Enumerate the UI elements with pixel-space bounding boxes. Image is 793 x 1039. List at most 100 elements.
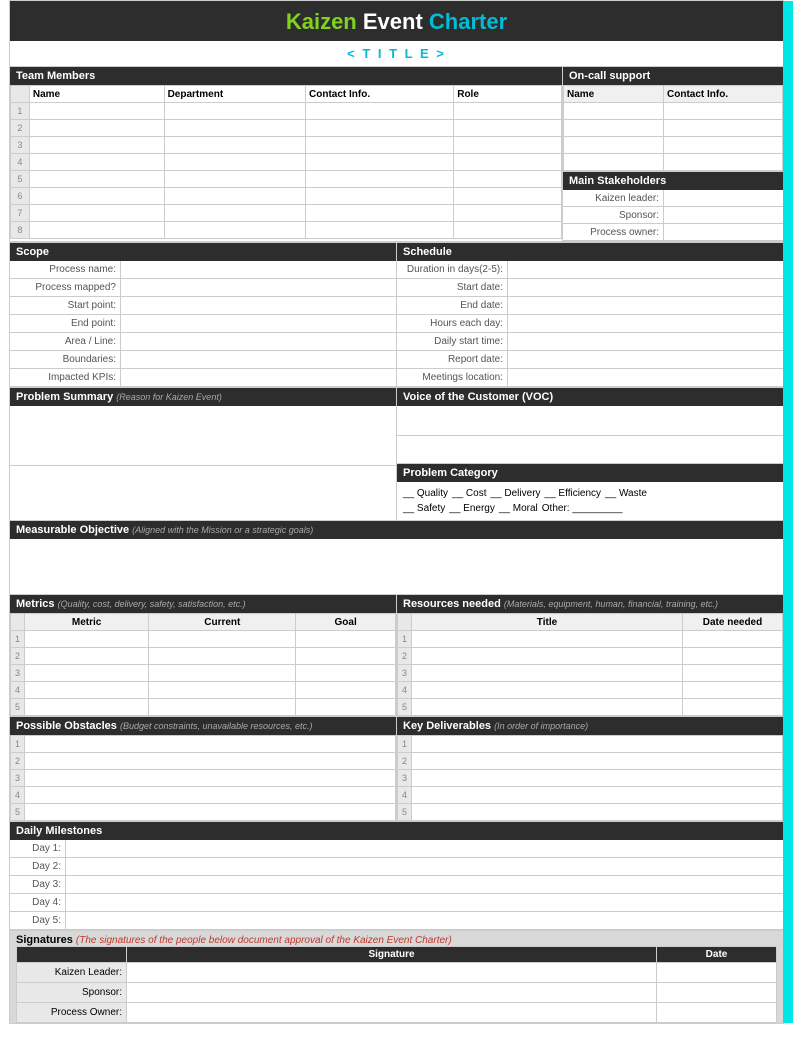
scope-field-value[interactable] [120, 279, 396, 296]
resource-title[interactable] [412, 665, 683, 682]
resource-date[interactable] [683, 682, 783, 699]
metric-name[interactable] [25, 699, 149, 716]
scope-row[interactable]: Area / Line: [10, 333, 396, 351]
metric-current[interactable] [149, 631, 296, 648]
team-row[interactable]: 6 [11, 188, 562, 205]
schedule-row[interactable]: Start date: [397, 279, 783, 297]
team-name[interactable] [29, 120, 164, 137]
team-role[interactable] [454, 137, 562, 154]
schedule-row[interactable]: Duration in days(2-5): [397, 261, 783, 279]
milestone-row[interactable]: Day 2: [10, 858, 783, 876]
obstacles-row[interactable]: 3 [11, 770, 396, 787]
oncall-row[interactable] [564, 120, 783, 137]
team-name[interactable] [29, 222, 164, 239]
schedule-row[interactable]: End date: [397, 297, 783, 315]
team-row[interactable]: 8 [11, 222, 562, 239]
metric-current[interactable] [149, 648, 296, 665]
oncall-row[interactable] [564, 154, 783, 171]
resources-row[interactable]: 4 [398, 682, 783, 699]
stakeholder-row[interactable]: Process owner: [563, 224, 783, 241]
resource-date[interactable] [683, 648, 783, 665]
deliverable-value[interactable] [412, 753, 783, 770]
oncall-row[interactable] [564, 137, 783, 154]
oncall-name[interactable] [564, 120, 664, 137]
team-row[interactable]: 2 [11, 120, 562, 137]
metric-name[interactable] [25, 648, 149, 665]
metric-current[interactable] [149, 699, 296, 716]
sig-signature[interactable] [127, 963, 657, 983]
deliverable-value[interactable] [412, 770, 783, 787]
scope-field-value[interactable] [120, 297, 396, 314]
resource-date[interactable] [683, 631, 783, 648]
stakeholder-value[interactable] [663, 207, 783, 223]
voc-extra[interactable] [397, 436, 783, 464]
obstacle-value[interactable] [25, 787, 396, 804]
oncall-name[interactable] [564, 103, 664, 120]
team-name[interactable] [29, 154, 164, 171]
deliverables-row[interactable]: 4 [398, 787, 783, 804]
metric-name[interactable] [25, 665, 149, 682]
schedule-field-value[interactable] [507, 333, 783, 350]
oncall-contact[interactable] [664, 103, 783, 120]
oncall-contact[interactable] [664, 154, 783, 171]
team-name[interactable] [29, 188, 164, 205]
schedule-field-value[interactable] [507, 315, 783, 332]
team-name[interactable] [29, 205, 164, 222]
oncall-row[interactable] [564, 103, 783, 120]
team-dept[interactable] [164, 103, 305, 120]
metric-current[interactable] [149, 682, 296, 699]
resources-row[interactable]: 3 [398, 665, 783, 682]
team-row[interactable]: 4 [11, 154, 562, 171]
obstacle-value[interactable] [25, 736, 396, 753]
milestone-row[interactable]: Day 1: [10, 840, 783, 858]
measurable-content[interactable] [10, 539, 783, 594]
team-dept[interactable] [164, 137, 305, 154]
team-role[interactable] [454, 188, 562, 205]
oncall-contact[interactable] [664, 120, 783, 137]
resource-title[interactable] [412, 699, 683, 716]
team-row[interactable]: 1 [11, 103, 562, 120]
team-role[interactable] [454, 171, 562, 188]
sig-signature[interactable] [127, 1003, 657, 1023]
team-row[interactable]: 7 [11, 205, 562, 222]
milestone-value[interactable] [65, 858, 783, 875]
team-dept[interactable] [164, 154, 305, 171]
obstacles-row[interactable]: 1 [11, 736, 396, 753]
milestone-value[interactable] [65, 840, 783, 857]
milestone-value[interactable] [65, 876, 783, 893]
metrics-row[interactable]: 1 [11, 631, 396, 648]
team-contact[interactable] [306, 222, 454, 239]
team-contact[interactable] [306, 154, 454, 171]
sig-date[interactable] [657, 1003, 777, 1023]
team-contact[interactable] [306, 137, 454, 154]
scope-row[interactable]: Boundaries: [10, 351, 396, 369]
team-role[interactable] [454, 154, 562, 171]
obstacle-value[interactable] [25, 770, 396, 787]
team-role[interactable] [454, 205, 562, 222]
team-row[interactable]: 5 [11, 171, 562, 188]
problem-summary-content[interactable] [10, 406, 396, 466]
schedule-field-value[interactable] [507, 297, 783, 314]
scope-row[interactable]: Start point: [10, 297, 396, 315]
resource-date[interactable] [683, 699, 783, 716]
scope-field-value[interactable] [120, 351, 396, 368]
obstacles-row[interactable]: 5 [11, 804, 396, 821]
scope-field-value[interactable] [120, 315, 396, 332]
team-contact[interactable] [306, 188, 454, 205]
stakeholder-value[interactable] [663, 224, 783, 240]
resource-title[interactable] [412, 682, 683, 699]
resource-title[interactable] [412, 631, 683, 648]
oncall-name[interactable] [564, 137, 664, 154]
stakeholder-row[interactable]: Kaizen leader: [563, 190, 783, 207]
team-role[interactable] [454, 103, 562, 120]
metric-goal[interactable] [296, 682, 396, 699]
scope-row[interactable]: Process mapped? [10, 279, 396, 297]
team-name[interactable] [29, 171, 164, 188]
scope-field-value[interactable] [120, 261, 396, 278]
scope-row[interactable]: End point: [10, 315, 396, 333]
metrics-row[interactable]: 5 [11, 699, 396, 716]
metrics-row[interactable]: 2 [11, 648, 396, 665]
team-row[interactable]: 3 [11, 137, 562, 154]
metric-name[interactable] [25, 631, 149, 648]
resource-date[interactable] [683, 665, 783, 682]
